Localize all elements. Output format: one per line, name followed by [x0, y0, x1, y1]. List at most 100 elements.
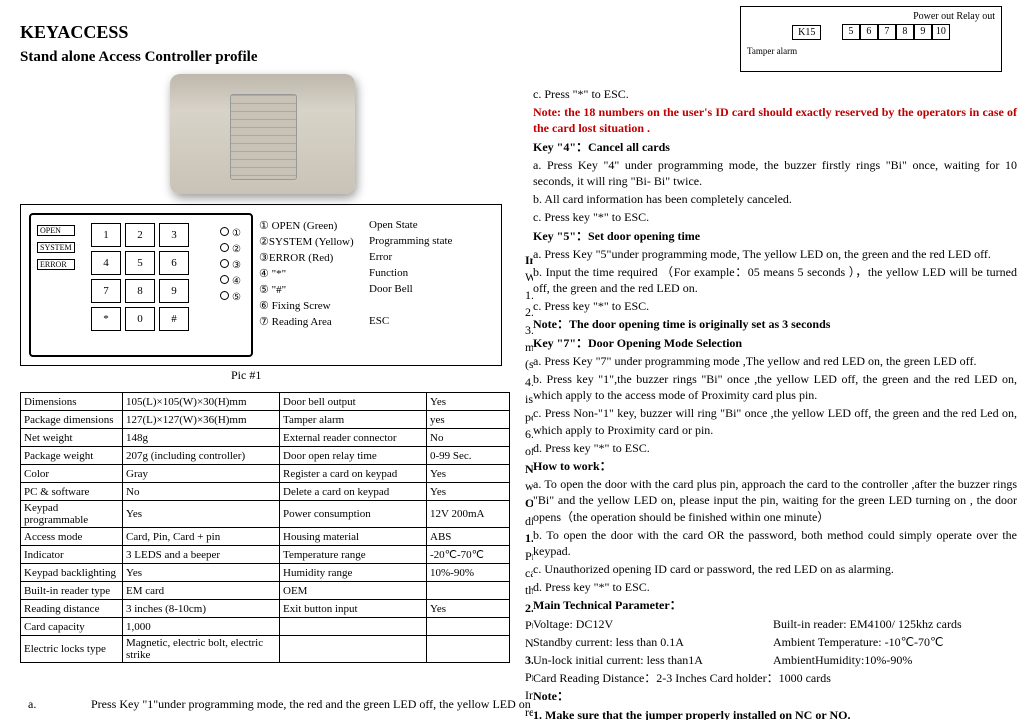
- table-row: Card capacity1,000: [21, 618, 510, 636]
- mt1b: Built-in reader: EM4100/ 125khz cards: [773, 617, 962, 631]
- table-row: Indicator3 LEDS and a beeperTemperature …: [21, 546, 510, 564]
- key-4: 4: [91, 251, 121, 275]
- leg-l2: ③ERROR (Red): [259, 251, 369, 264]
- key7-heading: Key "7"：Door Opening Mode Selection: [533, 336, 742, 350]
- mt2a: Standby current: less than 0.1A: [533, 634, 773, 650]
- pic2-power-label: Power out Relay out: [747, 11, 995, 22]
- key4-heading: Key "4"：Cancel all cards: [533, 140, 670, 154]
- spec-cell: [427, 636, 510, 663]
- hwd: d. Press key "*" to ESC.: [533, 579, 1017, 595]
- spec-table: Dimensions105(L)×105(W)×30(H)mmDoor bell…: [20, 392, 510, 663]
- spec-cell: No: [123, 483, 280, 501]
- k4a: a. Press Key "4" under programming mode,…: [533, 157, 1017, 189]
- pin-5: 5: [842, 24, 860, 40]
- k5a: a. Press Key "5"under programming mode, …: [533, 246, 1017, 262]
- spec-cell: 1,000: [123, 618, 280, 636]
- callout-5: ⑤: [220, 291, 241, 303]
- table-row: Reading distance3 inches (8-10cm)Exit bu…: [21, 600, 510, 618]
- pin-9: 9: [914, 24, 932, 40]
- spec-cell: [427, 618, 510, 636]
- spec-cell: yes: [427, 411, 510, 429]
- tech-param-heading: Main Technical Parameter：: [533, 598, 682, 612]
- spec-cell: Gray: [123, 465, 280, 483]
- callout-4: ④: [220, 275, 241, 287]
- spec-cell: 3 inches (8-10cm): [123, 600, 280, 618]
- leg-l6: ⑦ Reading Area: [259, 315, 369, 328]
- page-subtitle: Stand alone Access Controller profile: [20, 49, 510, 66]
- spec-cell: Yes: [427, 483, 510, 501]
- spec-cell: 207g (including controller): [123, 447, 280, 465]
- spec-cell: Color: [21, 465, 123, 483]
- spec-cell: Net weight: [21, 429, 123, 447]
- leg-r6: ESC: [369, 315, 489, 328]
- table-row: Keypad programmableYesPower consumption1…: [21, 501, 510, 528]
- pic2-tamper-label: Tamper alarm: [747, 46, 797, 56]
- spec-cell: [280, 636, 427, 663]
- pin-7: 7: [878, 24, 896, 40]
- spec-cell: Indicator: [21, 546, 123, 564]
- callout-2: ②: [220, 243, 241, 255]
- table-row: Access modeCard, Pin, Card + pinHousing …: [21, 528, 510, 546]
- spec-cell: Card capacity: [21, 618, 123, 636]
- spec-cell: Magnetic, electric bolt, electric strike: [123, 636, 280, 663]
- table-row: Electric locks typeMagnetic, electric bo…: [21, 636, 510, 663]
- spec-cell: 0-99 Sec.: [427, 447, 510, 465]
- leg-l4: ⑤ "#": [259, 283, 369, 296]
- mt3b: AmbientHumidity:10%-90%: [773, 653, 912, 667]
- how-to-work-heading: How to work：: [533, 459, 612, 473]
- table-row: Package dimensions127(L)×127(W)×36(H)mmT…: [21, 411, 510, 429]
- spec-cell: Package weight: [21, 447, 123, 465]
- k7c: c. Press Non-"1" key, buzzer will ring "…: [533, 405, 1017, 437]
- pic1-caption: Pic #1: [231, 368, 261, 383]
- leg-r3: Function: [369, 267, 489, 280]
- key-0: 0: [125, 307, 155, 331]
- leg-r4: Door Bell: [369, 283, 489, 296]
- leg-r2: Error: [369, 251, 489, 264]
- table-row: PC & softwareNoDelete a card on keypadYe…: [21, 483, 510, 501]
- key-7: 7: [91, 279, 121, 303]
- spec-cell: Keypad backlighting: [21, 564, 123, 582]
- spec-cell: [280, 618, 427, 636]
- spec-cell: 127(L)×127(W)×36(H)mm: [123, 411, 280, 429]
- k4b: b. All card information has been complet…: [533, 191, 1017, 207]
- spec-cell: Reading distance: [21, 600, 123, 618]
- spec-cell: ABS: [427, 528, 510, 546]
- table-row: Dimensions105(L)×105(W)×30(H)mmDoor bell…: [21, 393, 510, 411]
- footnote-a: a.: [28, 697, 88, 712]
- bottom-footnote: a. Press Key "1"under programming mode, …: [28, 697, 1008, 712]
- callout-1: ①: [220, 227, 241, 239]
- spec-cell: 12V 200mA: [427, 501, 510, 528]
- callout-3: ③: [220, 259, 241, 271]
- spec-cell: External reader connector: [280, 429, 427, 447]
- hwa: a. To open the door with the card plus p…: [533, 476, 1017, 525]
- key-hash: #: [159, 307, 189, 331]
- key-1: 1: [91, 223, 121, 247]
- key-9: 9: [159, 279, 189, 303]
- spec-cell: Delete a card on keypad: [280, 483, 427, 501]
- leg-r5: [369, 299, 489, 312]
- pin-6: 6: [860, 24, 878, 40]
- spec-cell: EM card: [123, 582, 280, 600]
- spec-cell: Yes: [427, 600, 510, 618]
- spec-cell: Dimensions: [21, 393, 123, 411]
- pin-10: 10: [932, 24, 950, 40]
- spec-cell: Card, Pin, Card + pin: [123, 528, 280, 546]
- leg-r1: Programming state: [369, 235, 489, 248]
- leg-r0: Open State: [369, 219, 489, 232]
- k5b: b. Input the time required （For example：…: [533, 264, 1017, 296]
- table-row: Net weight148gExternal reader connectorN…: [21, 429, 510, 447]
- hwb: b. To open the door with the card OR the…: [533, 527, 1017, 559]
- spec-cell: Tamper alarm: [280, 411, 427, 429]
- spec-cell: Electric locks type: [21, 636, 123, 663]
- spec-cell: Humidity range: [280, 564, 427, 582]
- k4c: c. Press key "*" to ESC.: [533, 209, 1017, 225]
- pic2-pins: 5 6 7 8 9 10: [842, 24, 950, 40]
- spec-cell: -20℃-70℃: [427, 546, 510, 564]
- spec-cell: Package dimensions: [21, 411, 123, 429]
- k5-note: Note：The door opening time is originally…: [533, 317, 830, 331]
- hwc: c. Unauthorized opening ID card or passw…: [533, 561, 1017, 577]
- spec-cell: Temperature range: [280, 546, 427, 564]
- key-6: 6: [159, 251, 189, 275]
- table-row: Keypad backlightingYesHumidity range10%-…: [21, 564, 510, 582]
- spec-cell: 3 LEDS and a beeper: [123, 546, 280, 564]
